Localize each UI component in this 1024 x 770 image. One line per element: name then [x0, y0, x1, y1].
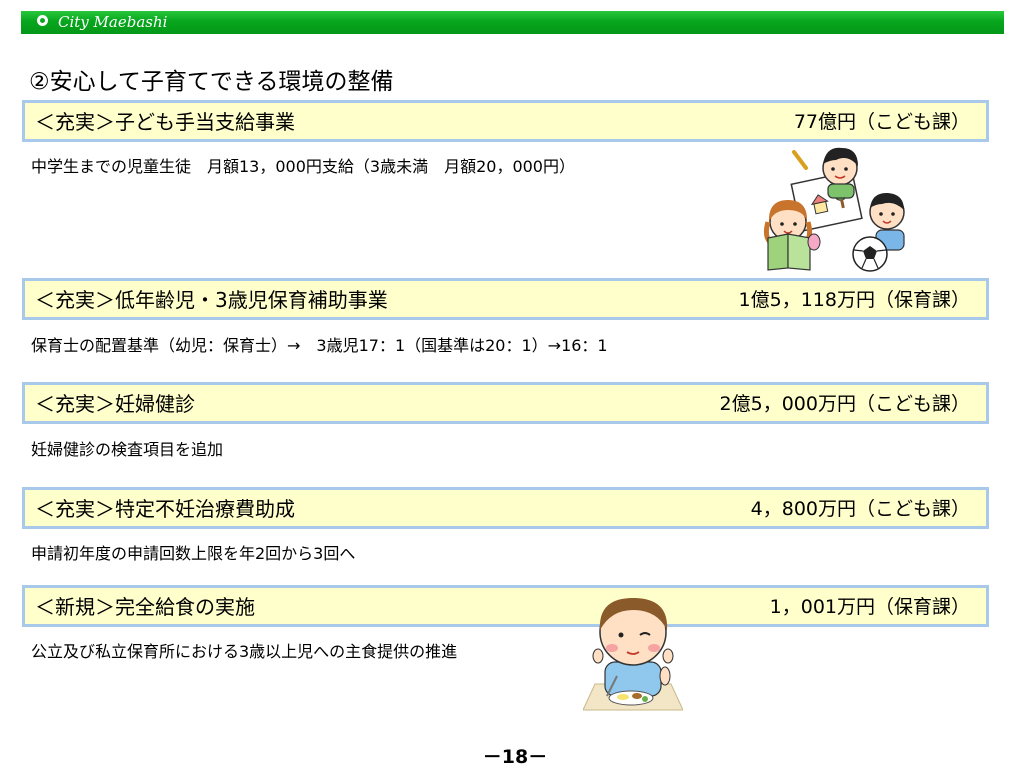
- item-box-school-lunch: ＜新規＞完全給食の実施 1，001万円（保育課）: [22, 585, 989, 627]
- item-title: ＜充実＞妊婦健診: [35, 392, 195, 416]
- item-amount: 4，800万円（こども課）: [750, 498, 970, 520]
- item-amount: 1，001万円（保育課）: [769, 596, 970, 618]
- header-bar: [21, 11, 1004, 34]
- item-title: ＜充実＞子ども手当支給事業: [35, 110, 295, 134]
- item-title: ＜充実＞特定不妊治療費助成: [35, 497, 295, 521]
- item-box-child-allowance: ＜充実＞子ども手当支給事業 77億円（こども課）: [22, 100, 989, 142]
- item-description: 公立及び私立保育所における3歳以上児への主食提供の推進: [31, 642, 458, 661]
- item-amount: 77億円（こども課）: [793, 111, 970, 133]
- item-description: 妊婦健診の検査項目を追加: [31, 440, 224, 459]
- header-title: City Maebashi: [58, 13, 168, 31]
- page-number: －18－: [482, 746, 548, 768]
- header-circle-icon: [37, 15, 48, 26]
- item-amount: 1億5，118万円（保育課）: [738, 289, 970, 311]
- children-illustration-icon: [763, 147, 905, 272]
- item-box-infertility-support: ＜充実＞特定不妊治療費助成 4，800万円（こども課）: [22, 487, 989, 529]
- item-description: 申請初年度の申請回数上限を年2回から3回へ: [31, 544, 356, 563]
- item-box-prenatal-checkup: ＜充実＞妊婦健診 2億5，000万円（こども課）: [22, 382, 989, 424]
- item-description: 中学生までの児童生徒 月額13，000円支給（3歳未満 月額20，000円）: [31, 157, 575, 176]
- child-eating-meal-icon: [583, 598, 683, 711]
- item-amount: 2億5，000万円（こども課）: [719, 393, 970, 415]
- item-title: ＜新規＞完全給食の実施: [35, 595, 255, 619]
- item-description: 保育士の配置基準（幼児：保育士）→ 3歳児17：1（国基準は20：1）→16：1: [31, 336, 608, 355]
- item-title: ＜充実＞低年齢児・3歳児保育補助事業: [35, 288, 388, 312]
- section-title: ②安心して子育てできる環境の整備: [29, 69, 394, 95]
- item-box-childcare-subsidy: ＜充実＞低年齢児・3歳児保育補助事業 1億5，118万円（保育課）: [22, 278, 989, 320]
